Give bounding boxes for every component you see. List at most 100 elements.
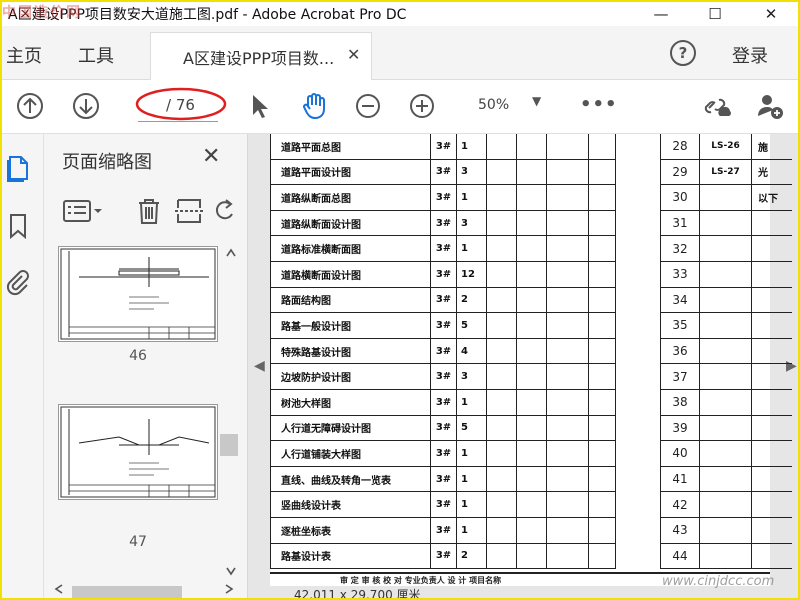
empty-cell	[546, 518, 588, 543]
drawing-name-cell: 道路纵断面总图	[270, 185, 430, 210]
sheet-count-cell: 2	[456, 287, 486, 313]
nav-tools[interactable]: 工具	[78, 42, 114, 68]
drawing-name-cell: 道路平面设计图	[270, 159, 430, 185]
row-number-cell: 30	[660, 185, 700, 211]
close-window-button[interactable]: ✕	[748, 2, 794, 26]
paper-size-cell: 3#	[430, 287, 456, 313]
zoom-out-icon[interactable]	[352, 90, 384, 122]
row-number-cell: 42	[660, 492, 700, 518]
drawing-code-cell	[700, 415, 752, 442]
drawing-name-cell: 道路纵断面设计图	[270, 210, 430, 236]
paper-size-cell: 3#	[430, 415, 456, 441]
paper-size-cell: 3#	[430, 338, 456, 364]
horizontal-scroll-thumb[interactable]	[72, 586, 182, 598]
empty-cell	[486, 364, 516, 389]
sheet-count-cell: 3	[456, 159, 486, 185]
row-number-cell: 37	[660, 364, 700, 390]
next-page-icon[interactable]	[70, 90, 102, 122]
empty-cell	[588, 210, 616, 236]
empty-cell	[588, 415, 616, 441]
page-thumbnails-icon[interactable]	[6, 154, 30, 182]
empty-cell	[546, 441, 588, 466]
empty-cell	[486, 338, 516, 364]
paper-size-cell: 3#	[430, 313, 456, 338]
paper-size-cell: 3#	[430, 262, 456, 287]
drawing-code-cell	[700, 492, 752, 518]
hand-tool-icon[interactable]	[298, 90, 330, 122]
table-row: 树池大样图 3# 1	[270, 390, 616, 416]
empty-cell	[516, 210, 546, 236]
table-row: 路基设计表 3# 2	[270, 543, 616, 570]
nav-home[interactable]: 主页	[6, 42, 42, 68]
empty-cell	[546, 313, 588, 338]
collapse-left-panel-icon[interactable]: ◀	[254, 358, 265, 374]
trash-icon[interactable]	[134, 196, 164, 226]
tab-document[interactable]: A区建设PPP项目数... ✕	[150, 32, 372, 80]
drawing-name-cell: 逐桩坐标表	[270, 518, 430, 543]
more-tools-icon[interactable]: •••	[580, 94, 618, 115]
empty-cell	[516, 390, 546, 415]
empty-cell	[546, 492, 588, 517]
bookmark-icon[interactable]	[6, 212, 30, 240]
panel-toolbar	[44, 190, 248, 236]
drawing-name-cell: 特殊路基设计图	[270, 338, 430, 364]
paper-size-cell: 3#	[430, 492, 456, 517]
rotate-icon[interactable]	[214, 196, 234, 226]
empty-cell	[486, 441, 516, 466]
title-block-text: 审 定 审 核 校 对 专业负责人 设 计 项目名称	[340, 576, 502, 585]
row-number-cell: 41	[660, 466, 700, 493]
empty-cell	[588, 134, 616, 159]
row-number-cell: 35	[660, 313, 700, 339]
empty-cell	[516, 492, 546, 517]
empty-cell	[588, 492, 616, 517]
select-cursor-icon[interactable]	[244, 90, 276, 122]
tab-close-button[interactable]: ✕	[347, 45, 360, 64]
login-button[interactable]: 登录	[732, 42, 768, 68]
drawing-title-cell	[752, 492, 792, 518]
sheet-count-cell: 1	[456, 134, 486, 159]
drawing-code-cell	[700, 236, 752, 262]
maximize-button[interactable]: ☐	[692, 2, 738, 26]
drawing-name-cell: 道路平面总图	[270, 134, 430, 159]
extract-pages-icon[interactable]	[174, 196, 204, 226]
drawing-title-cell	[752, 288, 792, 314]
empty-cell	[516, 543, 546, 569]
empty-cell	[516, 134, 546, 159]
drawing-title-cell	[752, 313, 792, 339]
empty-cell	[516, 415, 546, 441]
share-link-icon[interactable]	[700, 90, 732, 122]
attachment-icon[interactable]	[6, 268, 30, 296]
zoom-in-icon[interactable]	[406, 90, 438, 122]
empty-cell	[588, 185, 616, 210]
sheet-count-cell: 12	[456, 262, 486, 287]
row-number-cell: 34	[660, 287, 700, 314]
zoom-select[interactable]: 50% ▼	[468, 92, 556, 120]
help-icon[interactable]: ?	[670, 40, 696, 66]
drawing-title-cell	[752, 467, 792, 493]
panel-close-button[interactable]: ✕	[202, 144, 220, 169]
vertical-scroll-thumb[interactable]	[220, 434, 238, 456]
table-row: 路面结构图 3# 2	[270, 287, 616, 314]
thumbnail-page-47[interactable]	[58, 404, 218, 500]
table-row: 道路横断面设计图 3# 12	[270, 262, 616, 288]
page-size-text: 42.011 x 29.700 厘米	[294, 588, 421, 600]
paper-size-cell: 3#	[430, 441, 456, 466]
minimize-button[interactable]: —	[638, 2, 684, 26]
empty-cell	[516, 518, 546, 543]
drawing-title-cell	[752, 416, 792, 442]
add-user-icon[interactable]	[754, 90, 786, 122]
empty-cell	[546, 543, 588, 569]
thumbnail-options-icon[interactable]	[62, 196, 104, 226]
thumbnail-page-46[interactable]	[58, 246, 218, 342]
empty-cell	[588, 159, 616, 185]
empty-cell	[486, 466, 516, 492]
thumbnail-scrollbar[interactable]	[222, 244, 240, 580]
thumbnail-drawing	[60, 406, 216, 498]
previous-page-icon[interactable]	[14, 90, 46, 122]
left-rail	[2, 134, 44, 598]
sheet-count-cell: 3	[456, 364, 486, 389]
sheet-count-cell: 1	[456, 390, 486, 415]
empty-cell	[516, 287, 546, 313]
empty-cell	[588, 543, 616, 569]
window-title: A区建设PPP项目数安大道施工图.pdf - Adobe Acrobat Pro…	[8, 7, 407, 23]
